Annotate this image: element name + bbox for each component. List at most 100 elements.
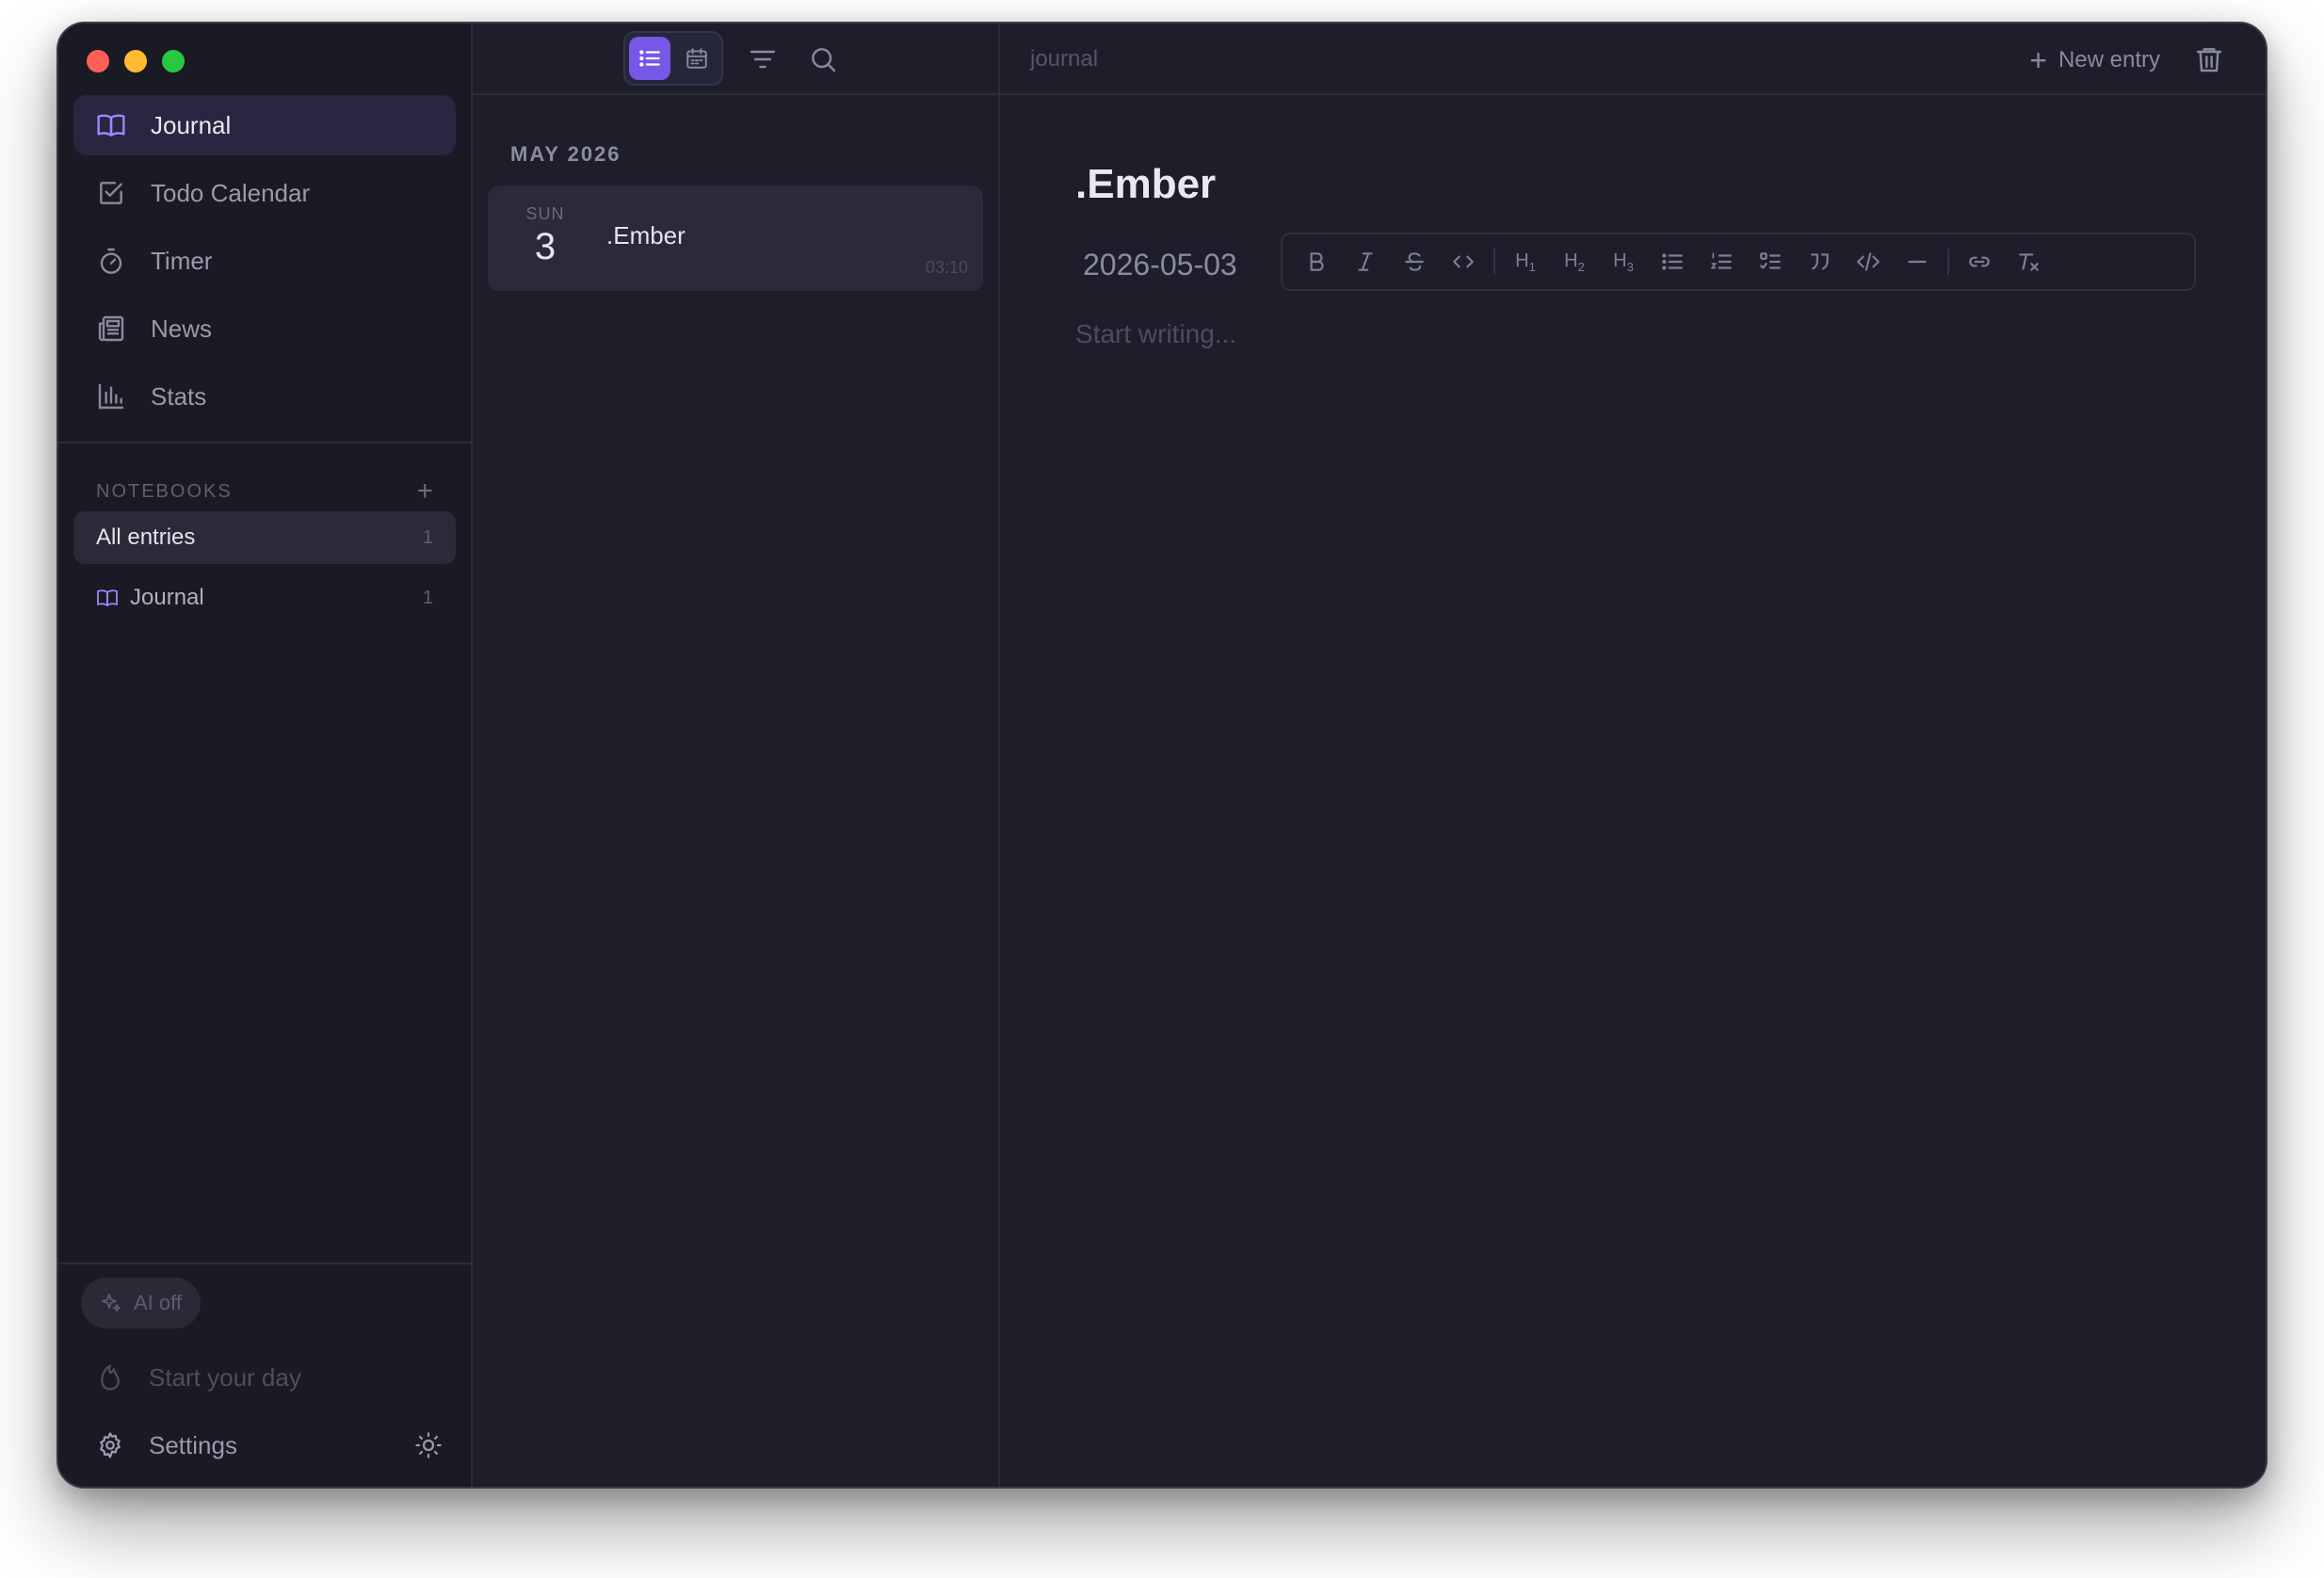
nav-item-news[interactable]: News xyxy=(73,298,456,359)
h1-icon: H1 xyxy=(1515,250,1536,274)
entry-day-number: 3 xyxy=(534,226,557,267)
task-list-button[interactable] xyxy=(1746,237,1795,286)
horizontal-rule-button[interactable] xyxy=(1893,237,1942,286)
entry-title: .Ember xyxy=(606,221,686,250)
nav-label: Timer xyxy=(151,246,213,275)
code-block-button[interactable] xyxy=(1844,237,1893,286)
calendar-icon xyxy=(686,48,707,69)
entry-list-pane: MAY 2026 SUN 3 .Ember 03:10 xyxy=(473,24,1000,1487)
calendar-view-button[interactable] xyxy=(676,37,718,80)
new-entry-button[interactable]: + New entry xyxy=(2029,40,2160,80)
inline-code-button[interactable] xyxy=(1439,237,1488,286)
notebook-all-entries[interactable]: All entries 1 xyxy=(73,511,456,564)
nav-label: News xyxy=(151,314,213,343)
link-icon xyxy=(1969,256,1990,267)
code-block-icon xyxy=(1857,252,1880,271)
formatting-toolbar: H1 H2 H3 xyxy=(1281,233,2196,291)
entry-date-field[interactable]: 2026-05-03 xyxy=(1083,248,1237,282)
bar-chart-icon xyxy=(98,383,124,410)
minimize-window-button[interactable] xyxy=(124,50,147,72)
heading-1-button[interactable]: H1 xyxy=(1501,237,1550,286)
divider xyxy=(58,442,471,443)
view-switcher xyxy=(623,31,723,86)
entry-date: SUN 3 xyxy=(510,204,580,268)
code-icon xyxy=(1453,255,1474,268)
filter-icon[interactable] xyxy=(748,44,778,74)
settings-button[interactable]: Settings xyxy=(96,1417,443,1473)
blockquote-button[interactable] xyxy=(1795,237,1844,286)
trash-icon[interactable] xyxy=(2194,44,2224,74)
bullet-list-button[interactable] xyxy=(1648,237,1697,286)
ai-toggle-button[interactable]: AI off xyxy=(81,1278,201,1328)
new-entry-label: New entry xyxy=(2058,47,2160,72)
ordered-list-icon xyxy=(1710,252,1732,269)
checkbox-icon xyxy=(100,182,122,204)
ai-toggle-label: AI off xyxy=(134,1291,182,1314)
notebook-list: All entries 1 Journal 1 xyxy=(73,511,456,632)
strikethrough-button[interactable] xyxy=(1390,237,1439,286)
gear-icon xyxy=(100,1432,121,1458)
strikethrough-icon xyxy=(1405,252,1424,271)
sidebar: Journal Todo Calendar Timer News Stats N… xyxy=(58,24,473,1487)
toolbar-divider xyxy=(1493,249,1495,275)
add-notebook-button[interactable]: + xyxy=(416,475,433,507)
nav-item-stats[interactable]: Stats xyxy=(73,366,456,427)
editor-pane: journal + New entry .Ember 2026-05-03 H1… xyxy=(1000,24,2266,1487)
close-window-button[interactable] xyxy=(87,50,109,72)
sun-icon[interactable] xyxy=(414,1431,443,1459)
entry-time: 03:10 xyxy=(925,258,968,277)
nav-item-timer[interactable]: Timer xyxy=(73,231,456,291)
heading-3-button[interactable]: H3 xyxy=(1599,237,1648,286)
notebook-label: All entries xyxy=(96,524,196,550)
horizontal-rule-icon xyxy=(1908,260,1927,264)
divider xyxy=(58,1263,471,1264)
app-window: Journal Todo Calendar Timer News Stats N… xyxy=(56,22,2268,1489)
nav-label: Journal xyxy=(151,110,232,139)
notebook-label: Journal xyxy=(130,585,204,610)
main-nav: Journal Todo Calendar Timer News Stats xyxy=(73,95,456,434)
bold-button[interactable] xyxy=(1292,237,1341,286)
start-day-label: Start your day xyxy=(149,1362,301,1392)
bullet-list-icon xyxy=(1662,253,1683,270)
list-view-button[interactable] xyxy=(629,37,670,80)
breadcrumb: journal xyxy=(1030,46,1099,72)
task-list-icon xyxy=(1760,252,1781,269)
clear-format-icon xyxy=(2019,253,2039,271)
notebooks-title: NOTEBOOKS xyxy=(96,480,233,502)
search-icon[interactable] xyxy=(808,44,838,74)
h2-icon: H2 xyxy=(1564,250,1585,274)
editor-body-input[interactable]: Start writing... xyxy=(1075,319,1236,349)
notebook-count: 1 xyxy=(422,587,433,608)
book-icon xyxy=(97,114,125,137)
newspaper-icon xyxy=(98,315,124,342)
entry-card[interactable]: SUN 3 .Ember 03:10 xyxy=(488,185,983,291)
month-label: MAY 2026 xyxy=(510,142,621,166)
list-toolbar xyxy=(473,24,998,95)
book-icon xyxy=(97,589,118,606)
editor-toolbar: journal + New entry xyxy=(1000,24,2266,95)
toolbar-divider xyxy=(1947,249,1949,275)
ordered-list-button[interactable] xyxy=(1697,237,1746,286)
clear-formatting-button[interactable] xyxy=(2004,237,2053,286)
entry-title-input[interactable]: .Ember xyxy=(1075,161,1216,208)
sparkle-icon xyxy=(102,1294,121,1312)
settings-label: Settings xyxy=(149,1430,237,1459)
notebook-count: 1 xyxy=(422,526,433,548)
nav-item-journal[interactable]: Journal xyxy=(73,95,456,155)
heading-2-button[interactable]: H2 xyxy=(1550,237,1599,286)
bold-icon xyxy=(1310,252,1324,271)
notebooks-header: NOTEBOOKS + xyxy=(96,475,433,507)
notebook-journal[interactable]: Journal 1 xyxy=(73,572,456,624)
italic-button[interactable] xyxy=(1341,237,1390,286)
nav-label: Stats xyxy=(151,381,207,411)
plus-icon: + xyxy=(2029,43,2047,77)
nav-item-todo-calendar[interactable]: Todo Calendar xyxy=(73,163,456,223)
list-icon xyxy=(639,50,660,67)
h3-icon: H3 xyxy=(1613,250,1634,274)
nav-label: Todo Calendar xyxy=(151,178,311,207)
flame-icon xyxy=(101,1364,120,1391)
start-your-day-button[interactable]: Start your day xyxy=(96,1349,443,1406)
entry-weekday: SUN xyxy=(525,204,565,223)
link-button[interactable] xyxy=(1955,237,2004,286)
zoom-window-button[interactable] xyxy=(162,50,185,72)
